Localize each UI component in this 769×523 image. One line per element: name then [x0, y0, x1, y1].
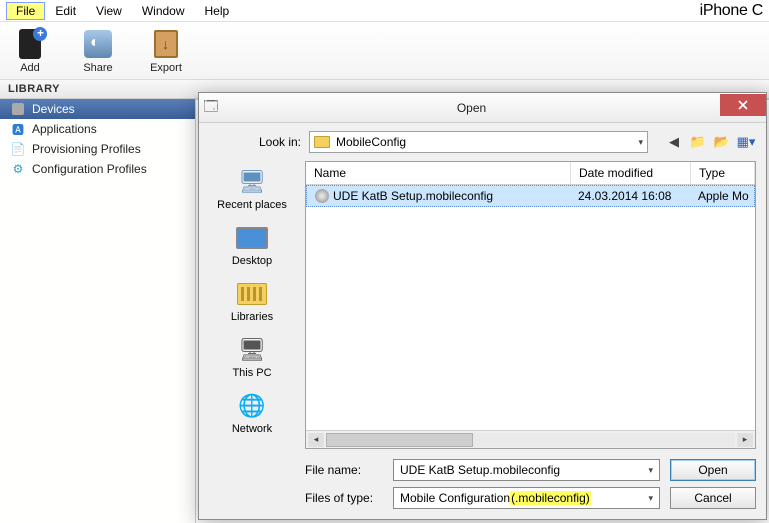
- file-type: Apple Mo: [690, 186, 754, 206]
- filename-input[interactable]: UDE KatB Setup.mobileconfig ▾: [393, 459, 660, 481]
- toolbar: Add Share Export: [0, 22, 769, 80]
- chevron-down-icon: ▾: [638, 137, 643, 148]
- cancel-button[interactable]: Cancel: [670, 487, 756, 509]
- applications-icon: 🅰: [10, 122, 26, 136]
- place-desktop[interactable]: Desktop: [232, 223, 272, 267]
- dialog-title: Open: [223, 101, 720, 115]
- file-icon: [315, 189, 329, 203]
- filename-value: UDE KatB Setup.mobileconfig: [400, 463, 560, 477]
- place-label: Desktop: [232, 255, 272, 267]
- lookin-combo[interactable]: MobileConfig ▾: [309, 131, 648, 153]
- place-libraries[interactable]: Libraries: [231, 279, 273, 323]
- sidebar-item-applications[interactable]: 🅰 Applications: [0, 119, 195, 139]
- nav-newfolder-button[interactable]: 📂: [712, 132, 732, 152]
- sidebar-item-provisioning[interactable]: 📄 Provisioning Profiles: [0, 139, 195, 159]
- export-icon: [154, 30, 178, 58]
- menu-bar: File Edit View Window Help iPhone C: [0, 0, 769, 22]
- filetype-combo[interactable]: Mobile Configuration (.mobileconfig) ▾: [393, 487, 660, 509]
- menu-view[interactable]: View: [86, 2, 132, 20]
- nav-back-button[interactable]: ◀: [664, 132, 684, 152]
- scroll-left-icon[interactable]: ◂: [308, 433, 324, 447]
- folder-up-icon: 📁: [690, 134, 706, 150]
- filetype-label: Files of type:: [305, 491, 383, 505]
- sidebar: Devices 🅰 Applications 📄 Provisioning Pr…: [0, 99, 196, 523]
- place-network[interactable]: 🌐 Network: [232, 391, 272, 435]
- chevron-down-icon: ▾: [648, 465, 653, 476]
- nav-view-button[interactable]: ▦▾: [736, 132, 756, 152]
- dialog-icon: 🗔: [199, 96, 223, 120]
- share-label: Share: [83, 62, 112, 74]
- export-button[interactable]: Export: [150, 28, 182, 75]
- filetype-prefix: Mobile Configuration: [400, 491, 510, 505]
- menu-window[interactable]: Window: [132, 2, 195, 20]
- open-dialog: 🗔 Open Look in: MobileConfig ▾ ◀ 📁 📂 ▦▾: [198, 92, 767, 520]
- col-type[interactable]: Type: [691, 162, 755, 184]
- col-date[interactable]: Date modified: [571, 162, 691, 184]
- chevron-down-icon: ▾: [648, 493, 653, 504]
- open-button[interactable]: Open: [670, 459, 756, 481]
- sidebar-item-label: Applications: [32, 122, 97, 136]
- place-label: This PC: [232, 367, 271, 379]
- place-recent[interactable]: 🖥 Recent places: [217, 167, 287, 211]
- filename-label: File name:: [305, 463, 383, 477]
- place-label: Recent places: [217, 199, 287, 211]
- recent-icon: 🖥: [234, 167, 270, 197]
- add-label: Add: [20, 62, 40, 74]
- col-name[interactable]: Name: [306, 162, 571, 184]
- place-label: Libraries: [231, 311, 273, 323]
- lookin-label: Look in:: [209, 135, 301, 149]
- libraries-icon: [234, 279, 270, 309]
- scroll-track[interactable]: [326, 433, 735, 447]
- menu-help[interactable]: Help: [195, 2, 240, 20]
- close-button[interactable]: [720, 94, 766, 116]
- back-icon: ◀: [669, 134, 679, 150]
- phone-add-icon: [19, 29, 41, 59]
- places-bar: 🖥 Recent places Desktop Libraries 🖥 This…: [209, 161, 295, 449]
- scroll-thumb[interactable]: [326, 433, 473, 447]
- file-row[interactable]: UDE KatB Setup.mobileconfig 24.03.2014 1…: [306, 185, 755, 207]
- export-label: Export: [150, 62, 182, 74]
- app-name: iPhone C: [700, 2, 769, 20]
- sidebar-item-label: Provisioning Profiles: [32, 142, 141, 156]
- sidebar-item-configuration[interactable]: ⚙ Configuration Profiles: [0, 159, 195, 179]
- close-icon: [738, 100, 748, 110]
- new-folder-icon: 📂: [714, 134, 730, 150]
- nav-up-button[interactable]: 📁: [688, 132, 708, 152]
- filetype-ext: (.mobileconfig): [510, 491, 591, 505]
- view-icon: ▦▾: [737, 134, 756, 150]
- network-icon: 🌐: [234, 391, 270, 421]
- provisioning-icon: 📄: [10, 142, 26, 156]
- sidebar-item-label: Configuration Profiles: [32, 162, 147, 176]
- list-header: Name Date modified Type: [306, 162, 755, 185]
- devices-icon: [10, 102, 26, 116]
- horizontal-scrollbar[interactable]: ◂ ▸: [306, 430, 755, 448]
- sidebar-item-devices[interactable]: Devices: [0, 99, 195, 119]
- scroll-right-icon[interactable]: ▸: [737, 433, 753, 447]
- share-icon: [84, 30, 112, 58]
- file-date: 24.03.2014 16:08: [570, 186, 690, 206]
- place-label: Network: [232, 423, 272, 435]
- desktop-icon: [234, 223, 270, 253]
- file-name: UDE KatB Setup.mobileconfig: [333, 189, 493, 203]
- file-list: Name Date modified Type UDE KatB Setup.m…: [305, 161, 756, 449]
- share-button[interactable]: Share: [82, 28, 114, 75]
- menu-file[interactable]: File: [6, 2, 45, 20]
- lookin-value: MobileConfig: [336, 135, 406, 149]
- pc-icon: 🖥: [234, 335, 270, 365]
- gear-icon: ⚙: [10, 162, 26, 176]
- add-button[interactable]: Add: [14, 28, 46, 75]
- dialog-titlebar: 🗔 Open: [199, 93, 766, 123]
- menu-edit[interactable]: Edit: [45, 2, 86, 20]
- folder-icon: [314, 136, 330, 148]
- place-thispc[interactable]: 🖥 This PC: [232, 335, 271, 379]
- sidebar-item-label: Devices: [32, 102, 75, 116]
